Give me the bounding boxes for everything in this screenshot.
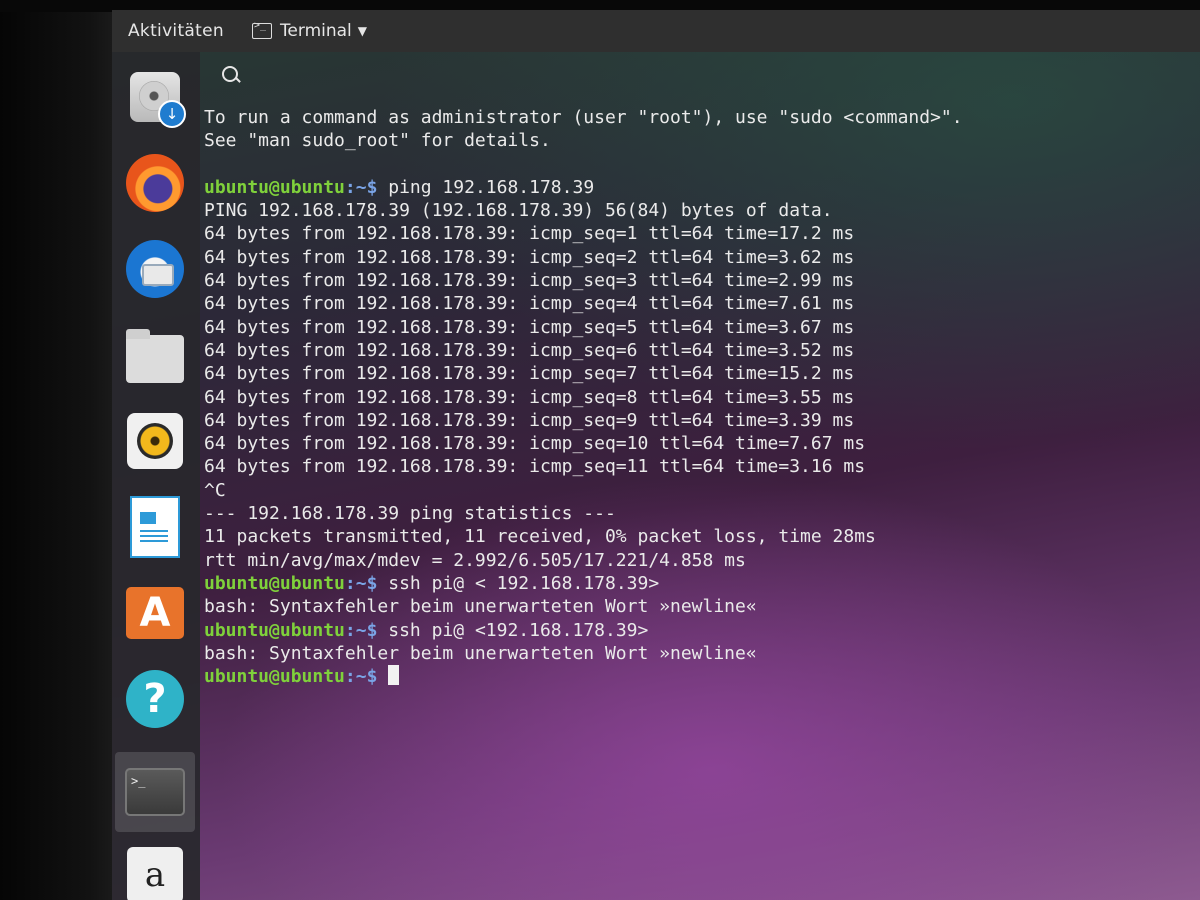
prompt-user-host: ubuntu@ubuntu xyxy=(204,666,345,688)
activities-button[interactable]: Aktivitäten xyxy=(128,21,224,41)
prompt-command: ssh pi@ <192.168.178.39> xyxy=(388,619,649,641)
dock-item-amazon[interactable]: a xyxy=(124,844,186,900)
prompt-user-host: ubuntu@ubuntu xyxy=(204,572,345,594)
amazon-icon: a xyxy=(127,847,183,900)
dock-item-terminal[interactable]: >_ xyxy=(115,752,195,832)
disk-installer-icon: ↓ xyxy=(130,72,186,128)
dock-item-thunderbird[interactable] xyxy=(124,238,186,300)
dock-item-help[interactable]: ? xyxy=(124,668,186,730)
terminal-output-line: bash: Syntaxfehler beim unerwarteten Wor… xyxy=(204,642,757,664)
search-icon[interactable] xyxy=(222,66,238,82)
dock-item-writer[interactable] xyxy=(124,496,186,558)
firefox-icon xyxy=(126,154,184,212)
prompt-user-host: ubuntu@ubuntu xyxy=(204,619,345,641)
terminal-prompt-line: ubuntu@ubuntu:~$ ssh pi@ < 192.168.178.3… xyxy=(204,572,1194,595)
terminal-output-line: ^C xyxy=(204,479,226,501)
terminal-output-line: 64 bytes from 192.168.178.39: icmp_seq=5… xyxy=(204,316,855,338)
prompt-path: :~$ xyxy=(344,176,389,198)
dock-item-installer[interactable]: ↓ xyxy=(124,66,186,128)
text-cursor xyxy=(388,665,400,686)
prompt-path: :~$ xyxy=(344,666,389,688)
prompt-command: ping 192.168.178.39 xyxy=(388,176,595,198)
thunderbird-icon xyxy=(126,240,184,298)
dock-item-files[interactable] xyxy=(124,328,186,390)
terminal-output-line: 64 bytes from 192.168.178.39: icmp_seq=1… xyxy=(204,456,866,478)
terminal-output-line: See "man sudo_root" for details. xyxy=(204,130,551,152)
dock-item-firefox[interactable] xyxy=(124,152,186,214)
terminal-output-line: 64 bytes from 192.168.178.39: icmp_seq=4… xyxy=(204,293,855,315)
terminal-output[interactable]: To run a command as administrator (user … xyxy=(204,106,1194,688)
terminal-prompt-line: ubuntu@ubuntu:~$ xyxy=(204,665,1194,688)
terminal-prompt-line: ubuntu@ubuntu:~$ ssh pi@ <192.168.178.39… xyxy=(204,619,1194,642)
files-icon xyxy=(126,329,184,383)
prompt-path: :~$ xyxy=(344,619,389,641)
monitor-bezel-left xyxy=(0,0,112,900)
terminal-output-line: 64 bytes from 192.168.178.39: icmp_seq=2… xyxy=(204,246,855,268)
dock-item-rhythmbox[interactable] xyxy=(124,410,186,472)
terminal-output-line xyxy=(204,153,1194,176)
dock-item-software[interactable]: A xyxy=(124,582,186,644)
app-menu-label: Terminal xyxy=(279,21,352,41)
download-badge-icon: ↓ xyxy=(158,100,186,128)
terminal-output-line: bash: Syntaxfehler beim unerwarteten Wor… xyxy=(204,596,757,618)
terminal-output-line: 64 bytes from 192.168.178.39: icmp_seq=6… xyxy=(204,339,855,361)
terminal-output-line: 64 bytes from 192.168.178.39: icmp_seq=1… xyxy=(204,223,855,245)
dock: ↓ A ? >_ a xyxy=(112,52,200,900)
app-menu-button[interactable]: Terminal ▼ xyxy=(251,20,368,41)
desktop-screen: Aktivitäten Terminal ▼ ↓ A ? xyxy=(112,10,1200,900)
chevron-down-icon: ▼ xyxy=(357,24,368,38)
terminal-output-line: PING 192.168.178.39 (192.168.178.39) 56(… xyxy=(204,200,833,222)
prompt-command: ssh pi@ < 192.168.178.39> xyxy=(388,572,660,594)
software-store-icon: A xyxy=(126,587,184,639)
terminal-app-icon xyxy=(251,20,272,39)
terminal-output-line: 64 bytes from 192.168.178.39: icmp_seq=1… xyxy=(204,433,866,455)
terminal-output-line: To run a command as administrator (user … xyxy=(204,107,963,128)
terminal-output-line: 64 bytes from 192.168.178.39: icmp_seq=3… xyxy=(204,270,855,292)
terminal-output-line: 11 packets transmitted, 11 received, 0% … xyxy=(204,526,876,548)
terminal-output-line: --- 192.168.178.39 ping statistics --- xyxy=(204,503,616,525)
rhythmbox-icon xyxy=(127,413,183,469)
help-icon: ? xyxy=(126,670,184,728)
terminal-output-line: rtt min/avg/max/mdev = 2.992/6.505/17.22… xyxy=(204,549,746,571)
libreoffice-writer-icon xyxy=(130,496,180,558)
terminal-output-line: 64 bytes from 192.168.178.39: icmp_seq=8… xyxy=(204,386,855,408)
terminal-icon: >_ xyxy=(125,768,185,816)
prompt-user-host: ubuntu@ubuntu xyxy=(204,176,345,198)
prompt-path: :~$ xyxy=(344,572,389,594)
top-bar: Aktivitäten Terminal ▼ xyxy=(112,10,1200,52)
terminal-output-line: 64 bytes from 192.168.178.39: icmp_seq=9… xyxy=(204,409,855,431)
terminal-prompt-line: ubuntu@ubuntu:~$ ping 192.168.178.39 xyxy=(204,176,1194,199)
terminal-output-line: 64 bytes from 192.168.178.39: icmp_seq=7… xyxy=(204,363,855,385)
